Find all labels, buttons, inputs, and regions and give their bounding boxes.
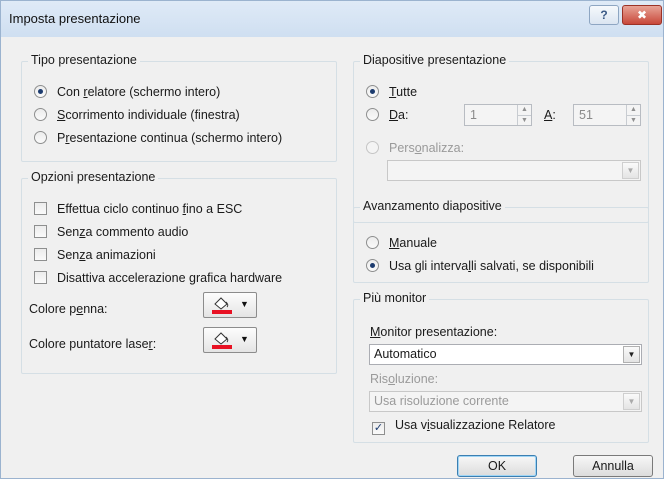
radio-con-relatore[interactable]: Con relatore (schermo intero) xyxy=(34,83,220,101)
laser-color-button[interactable]: ▼ xyxy=(203,327,257,353)
radio-label: Tutte xyxy=(389,85,418,99)
radio-tutte[interactable]: Tutte xyxy=(366,83,417,101)
spinner-arrows[interactable]: ▲ ▼ xyxy=(517,105,531,125)
risoluzione-dropdown[interactable]: Usa risoluzione corrente ▼ xyxy=(369,391,642,412)
chevron-down-icon: ▼ xyxy=(240,334,249,344)
from-slide-spinner[interactable]: 1 ▲ ▼ xyxy=(464,104,532,126)
ok-button[interactable]: OK xyxy=(457,455,537,477)
checkbox[interactable] xyxy=(34,248,47,261)
tipo-presentazione-group: Tipo presentazione Con relatore (schermo… xyxy=(21,53,337,162)
checkbox[interactable] xyxy=(34,202,47,215)
radio-label: Manuale xyxy=(389,236,437,250)
chevron-down-icon[interactable]: ▼ xyxy=(622,162,639,179)
tipo-presentazione-legend: Tipo presentazione xyxy=(28,53,140,67)
radio-label: Presentazione continua (schermo intero) xyxy=(57,131,283,145)
radio-button[interactable] xyxy=(366,141,379,154)
risoluzione-selected-value: Usa risoluzione corrente xyxy=(374,394,509,408)
cancel-button[interactable]: Annulla xyxy=(573,455,653,477)
check-senza-commento-audio[interactable]: Senza commento audio xyxy=(34,223,188,241)
monitor-presentazione-label: Monitor presentazione: xyxy=(370,325,498,339)
radio-button[interactable] xyxy=(34,108,47,121)
piu-monitor-legend: Più monitor xyxy=(360,291,430,305)
checkbox[interactable] xyxy=(34,225,47,238)
pen-color-button[interactable]: ▼ xyxy=(203,292,257,318)
radio-manuale[interactable]: Manuale xyxy=(366,234,437,252)
radio-button[interactable] xyxy=(366,259,379,272)
paint-bucket-icon xyxy=(212,332,232,349)
radio-button[interactable] xyxy=(366,85,379,98)
radio-presentazione-continua[interactable]: Presentazione continua (schermo intero) xyxy=(34,129,282,147)
paint-bucket-icon xyxy=(212,297,232,314)
monitor-dropdown[interactable]: Automatico ▼ xyxy=(369,344,642,365)
spin-down-icon[interactable]: ▼ xyxy=(627,115,640,125)
dialog-title: Imposta presentazione xyxy=(9,11,141,26)
checkbox[interactable] xyxy=(34,271,47,284)
radio-button[interactable] xyxy=(34,85,47,98)
chevron-down-icon[interactable]: ▼ xyxy=(623,346,640,363)
check-ciclo-continuo[interactable]: Effettua ciclo continuo fino a ESC xyxy=(34,200,242,218)
checkbox-label: Disattiva accelerazione grafica hardware xyxy=(57,271,283,285)
radio-personalizza[interactable]: Personalizza: xyxy=(366,139,464,157)
radio-button[interactable] xyxy=(366,108,379,121)
to-slide-value: 51 xyxy=(579,108,593,122)
to-slide-spinner[interactable]: 51 ▲ ▼ xyxy=(573,104,641,126)
title-bar[interactable]: Imposta presentazione ? ✖ xyxy=(1,1,663,37)
opzioni-presentazione-legend: Opzioni presentazione xyxy=(28,170,159,184)
chevron-down-icon[interactable]: ▼ xyxy=(623,393,640,410)
from-slide-value: 1 xyxy=(470,108,477,122)
monitor-selected-value: Automatico xyxy=(374,347,437,361)
pen-color-swatch xyxy=(212,310,232,314)
radio-da[interactable]: Da: xyxy=(366,106,408,124)
dialog-window: Imposta presentazione ? ✖ Tipo presentaz… xyxy=(0,0,664,479)
spin-up-icon[interactable]: ▲ xyxy=(518,105,531,115)
checkbox-label: Usa visualizzazione Relatore xyxy=(395,418,556,432)
checkbox-label: Senza animazioni xyxy=(57,248,156,262)
checkbox-label: Effettua ciclo continuo fino a ESC xyxy=(57,202,243,216)
radio-button[interactable] xyxy=(366,236,379,249)
diapositive-presentazione-legend: Diapositive presentazione xyxy=(360,53,510,67)
check-visualizzazione-relatore[interactable]: ✓ Usa visualizzazione Relatore xyxy=(372,416,556,435)
help-button[interactable]: ? xyxy=(589,5,619,25)
avanzamento-diapositive-group: Avanzamento diapositive Manuale Usa gli … xyxy=(353,199,649,283)
close-button[interactable]: ✖ xyxy=(622,5,662,25)
laser-color-swatch xyxy=(212,345,232,349)
radio-label: Scorrimento individuale (finestra) xyxy=(57,108,240,122)
spin-up-icon[interactable]: ▲ xyxy=(627,105,640,115)
radio-label: Da: xyxy=(389,108,409,122)
radio-label: Personalizza: xyxy=(389,141,465,155)
check-senza-animazioni[interactable]: Senza animazioni xyxy=(34,246,156,264)
to-slide-label: A: xyxy=(544,108,556,122)
radio-label: Usa gli intervalli salvati, se disponibi… xyxy=(389,259,594,273)
pen-color-label: Colore penna: xyxy=(29,302,108,316)
piu-monitor-group: Più monitor Monitor presentazione: Autom… xyxy=(353,291,649,443)
custom-show-dropdown[interactable]: ▼ xyxy=(387,160,641,181)
radio-intervalli-salvati[interactable]: Usa gli intervalli salvati, se disponibi… xyxy=(366,257,594,275)
radio-button[interactable] xyxy=(34,131,47,144)
dialog-content: Tipo presentazione Con relatore (schermo… xyxy=(9,37,655,477)
checkbox[interactable]: ✓ xyxy=(372,422,385,435)
laser-color-label: Colore puntatore laser: xyxy=(29,337,157,351)
avanzamento-diapositive-legend: Avanzamento diapositive xyxy=(360,199,505,213)
opzioni-presentazione-group: Opzioni presentazione Effettua ciclo con… xyxy=(21,170,337,374)
radio-scorrimento-individuale[interactable]: Scorrimento individuale (finestra) xyxy=(34,106,240,124)
risoluzione-label: Risoluzione: xyxy=(370,372,439,386)
spin-down-icon[interactable]: ▼ xyxy=(518,115,531,125)
checkbox-label: Senza commento audio xyxy=(57,225,189,239)
radio-label: Con relatore (schermo intero) xyxy=(57,85,221,99)
check-disattiva-accelerazione[interactable]: Disattiva accelerazione grafica hardware xyxy=(34,269,282,287)
chevron-down-icon: ▼ xyxy=(240,299,249,309)
spinner-arrows[interactable]: ▲ ▼ xyxy=(626,105,640,125)
